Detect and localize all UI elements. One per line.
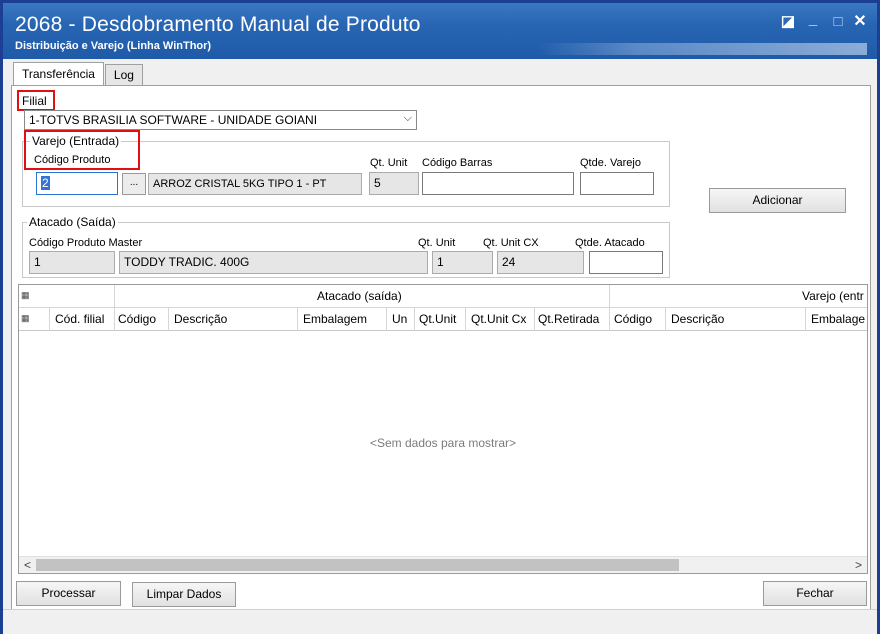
grid-column-separator — [168, 307, 169, 331]
grid-band-divider — [19, 307, 867, 308]
column-header-embalagem[interactable]: Embalagem — [303, 312, 367, 326]
scroll-left-icon[interactable]: < — [19, 557, 36, 573]
codigo-barras-label: Código Barras — [422, 157, 493, 169]
atacado-qt-unit-label: Qt. Unit — [418, 237, 456, 249]
limpar-dados-button-label: Limpar Dados — [146, 587, 222, 601]
qt-unit-cx-label: Qt. Unit CX — [483, 237, 539, 249]
atacado-qt-unit-field: 1 — [432, 251, 493, 274]
grid-column-separator — [665, 307, 666, 331]
grid-column-separator — [414, 307, 415, 331]
grid-band-separator — [609, 285, 610, 307]
minimize-icon[interactable]: _ — [804, 11, 822, 29]
qtde-varejo-input[interactable] — [580, 172, 654, 195]
column-header-cod-filial[interactable]: Cód. filial — [55, 312, 104, 326]
horizontal-scrollbar[interactable]: < > — [19, 556, 867, 573]
grid-column-separator — [114, 307, 115, 331]
scroll-right-icon[interactable]: > — [850, 557, 867, 573]
tab-log[interactable]: Log — [104, 64, 143, 85]
status-bar — [3, 609, 877, 634]
filial-label: Filial — [22, 94, 47, 108]
limpar-dados-button[interactable]: Limpar Dados — [132, 582, 236, 607]
atacado-descricao-field: TODDY TRADIC. 400G — [119, 251, 428, 274]
grid-group-atacado: Atacado (saída) — [317, 289, 402, 303]
qtde-atacado-input[interactable] — [589, 251, 663, 274]
grid-column-menu-icon[interactable]: ▦ — [21, 313, 30, 324]
varejo-codigo-label: Código Produto — [34, 154, 111, 166]
codigo-barras-input[interactable] — [422, 172, 574, 195]
grid-column-separator — [534, 307, 535, 331]
grid-column-separator — [609, 307, 610, 331]
qt-unit-cx-field: 24 — [497, 251, 584, 274]
grid-column-separator — [386, 307, 387, 331]
grid-band-menu-icon[interactable]: ▦ — [21, 290, 30, 301]
maximize-icon[interactable]: □ — [829, 13, 847, 31]
column-header-qt-retirada[interactable]: Qt.Retirada — [538, 312, 599, 326]
grid-column-separator — [805, 307, 806, 331]
grid-column-separator — [465, 307, 466, 331]
filial-select[interactable]: 1-TOTVS BRASILIA SOFTWARE - UNIDADE GOIA… — [24, 110, 417, 130]
atacado-title: Atacado (Saída) — [27, 215, 118, 229]
title-bar[interactable]: 2068 - Desdobramento Manual de Produto D… — [3, 3, 877, 59]
close-icon[interactable]: ✕ — [851, 13, 869, 31]
column-header-qt-unit-cx[interactable]: Qt.Unit Cx — [471, 312, 526, 326]
restore-icon[interactable]: ◪ — [779, 13, 797, 31]
window-title: 2068 - Desdobramento Manual de Produto — [15, 13, 421, 36]
grid-band-separator — [114, 285, 115, 307]
window-subtitle: Distribuição e Varejo (Linha WinThor) — [15, 40, 212, 52]
processar-button-label: Processar — [41, 586, 96, 600]
tab-transferencia[interactable]: Transferência — [13, 62, 104, 85]
column-header-varejo-embalagem[interactable]: Embalage — [811, 312, 865, 326]
column-header-codigo[interactable]: Código — [118, 312, 156, 326]
qtde-varejo-label: Qtde. Varejo — [580, 157, 641, 169]
adicionar-button[interactable]: Adicionar — [709, 188, 846, 213]
transfer-grid[interactable]: ▦ ▦ Atacado (saída) Varejo (entr Cód. fi… — [18, 284, 868, 574]
grid-header-divider — [19, 330, 867, 331]
grid-group-varejo: Varejo (entr — [802, 289, 864, 303]
varejo-qt-unit-field: 5 — [369, 172, 419, 195]
grid-empty-message: <Sem dados para mostrar> — [369, 436, 517, 450]
varejo-qt-unit-label: Qt. Unit — [370, 157, 408, 169]
column-header-qt-unit[interactable]: Qt.Unit — [419, 312, 456, 326]
chevron-down-icon[interactable]: ⌵ — [404, 112, 412, 125]
codigo-master-field: 1 — [29, 251, 115, 274]
column-header-varejo-descricao[interactable]: Descrição — [671, 312, 724, 326]
filial-select-value: 1-TOTVS BRASILIA SOFTWARE - UNIDADE GOIA… — [29, 113, 318, 127]
grid-column-separator — [49, 307, 50, 331]
scrollbar-thumb[interactable] — [36, 559, 679, 571]
qtde-atacado-label: Qtde. Atacado — [575, 237, 645, 249]
fechar-button-label: Fechar — [796, 586, 834, 600]
grid-column-separator — [297, 307, 298, 331]
tab-strip: Transferência Log — [13, 62, 144, 86]
varejo-codigo-value: 2 — [41, 176, 50, 190]
fechar-button[interactable]: Fechar — [763, 581, 867, 606]
column-header-descricao[interactable]: Descrição — [174, 312, 227, 326]
column-header-varejo-codigo[interactable]: Código — [614, 312, 652, 326]
transferencia-panel: Filial 1-TOTVS BRASILIA SOFTWARE - UNIDA… — [11, 85, 871, 611]
codigo-master-label: Código Produto Master — [29, 237, 143, 249]
application-window: 2068 - Desdobramento Manual de Produto D… — [0, 0, 880, 634]
varejo-codigo-input[interactable]: 2 — [36, 172, 118, 195]
processar-button[interactable]: Processar — [16, 581, 121, 606]
varejo-descricao-field: ARROZ CRISTAL 5KG TIPO 1 - PT — [148, 173, 362, 195]
product-lookup-button[interactable]: ... — [122, 173, 146, 195]
column-header-un[interactable]: Un — [392, 312, 407, 326]
title-bar-decoration — [537, 43, 867, 55]
varejo-title: Varejo (Entrada) — [30, 134, 122, 148]
